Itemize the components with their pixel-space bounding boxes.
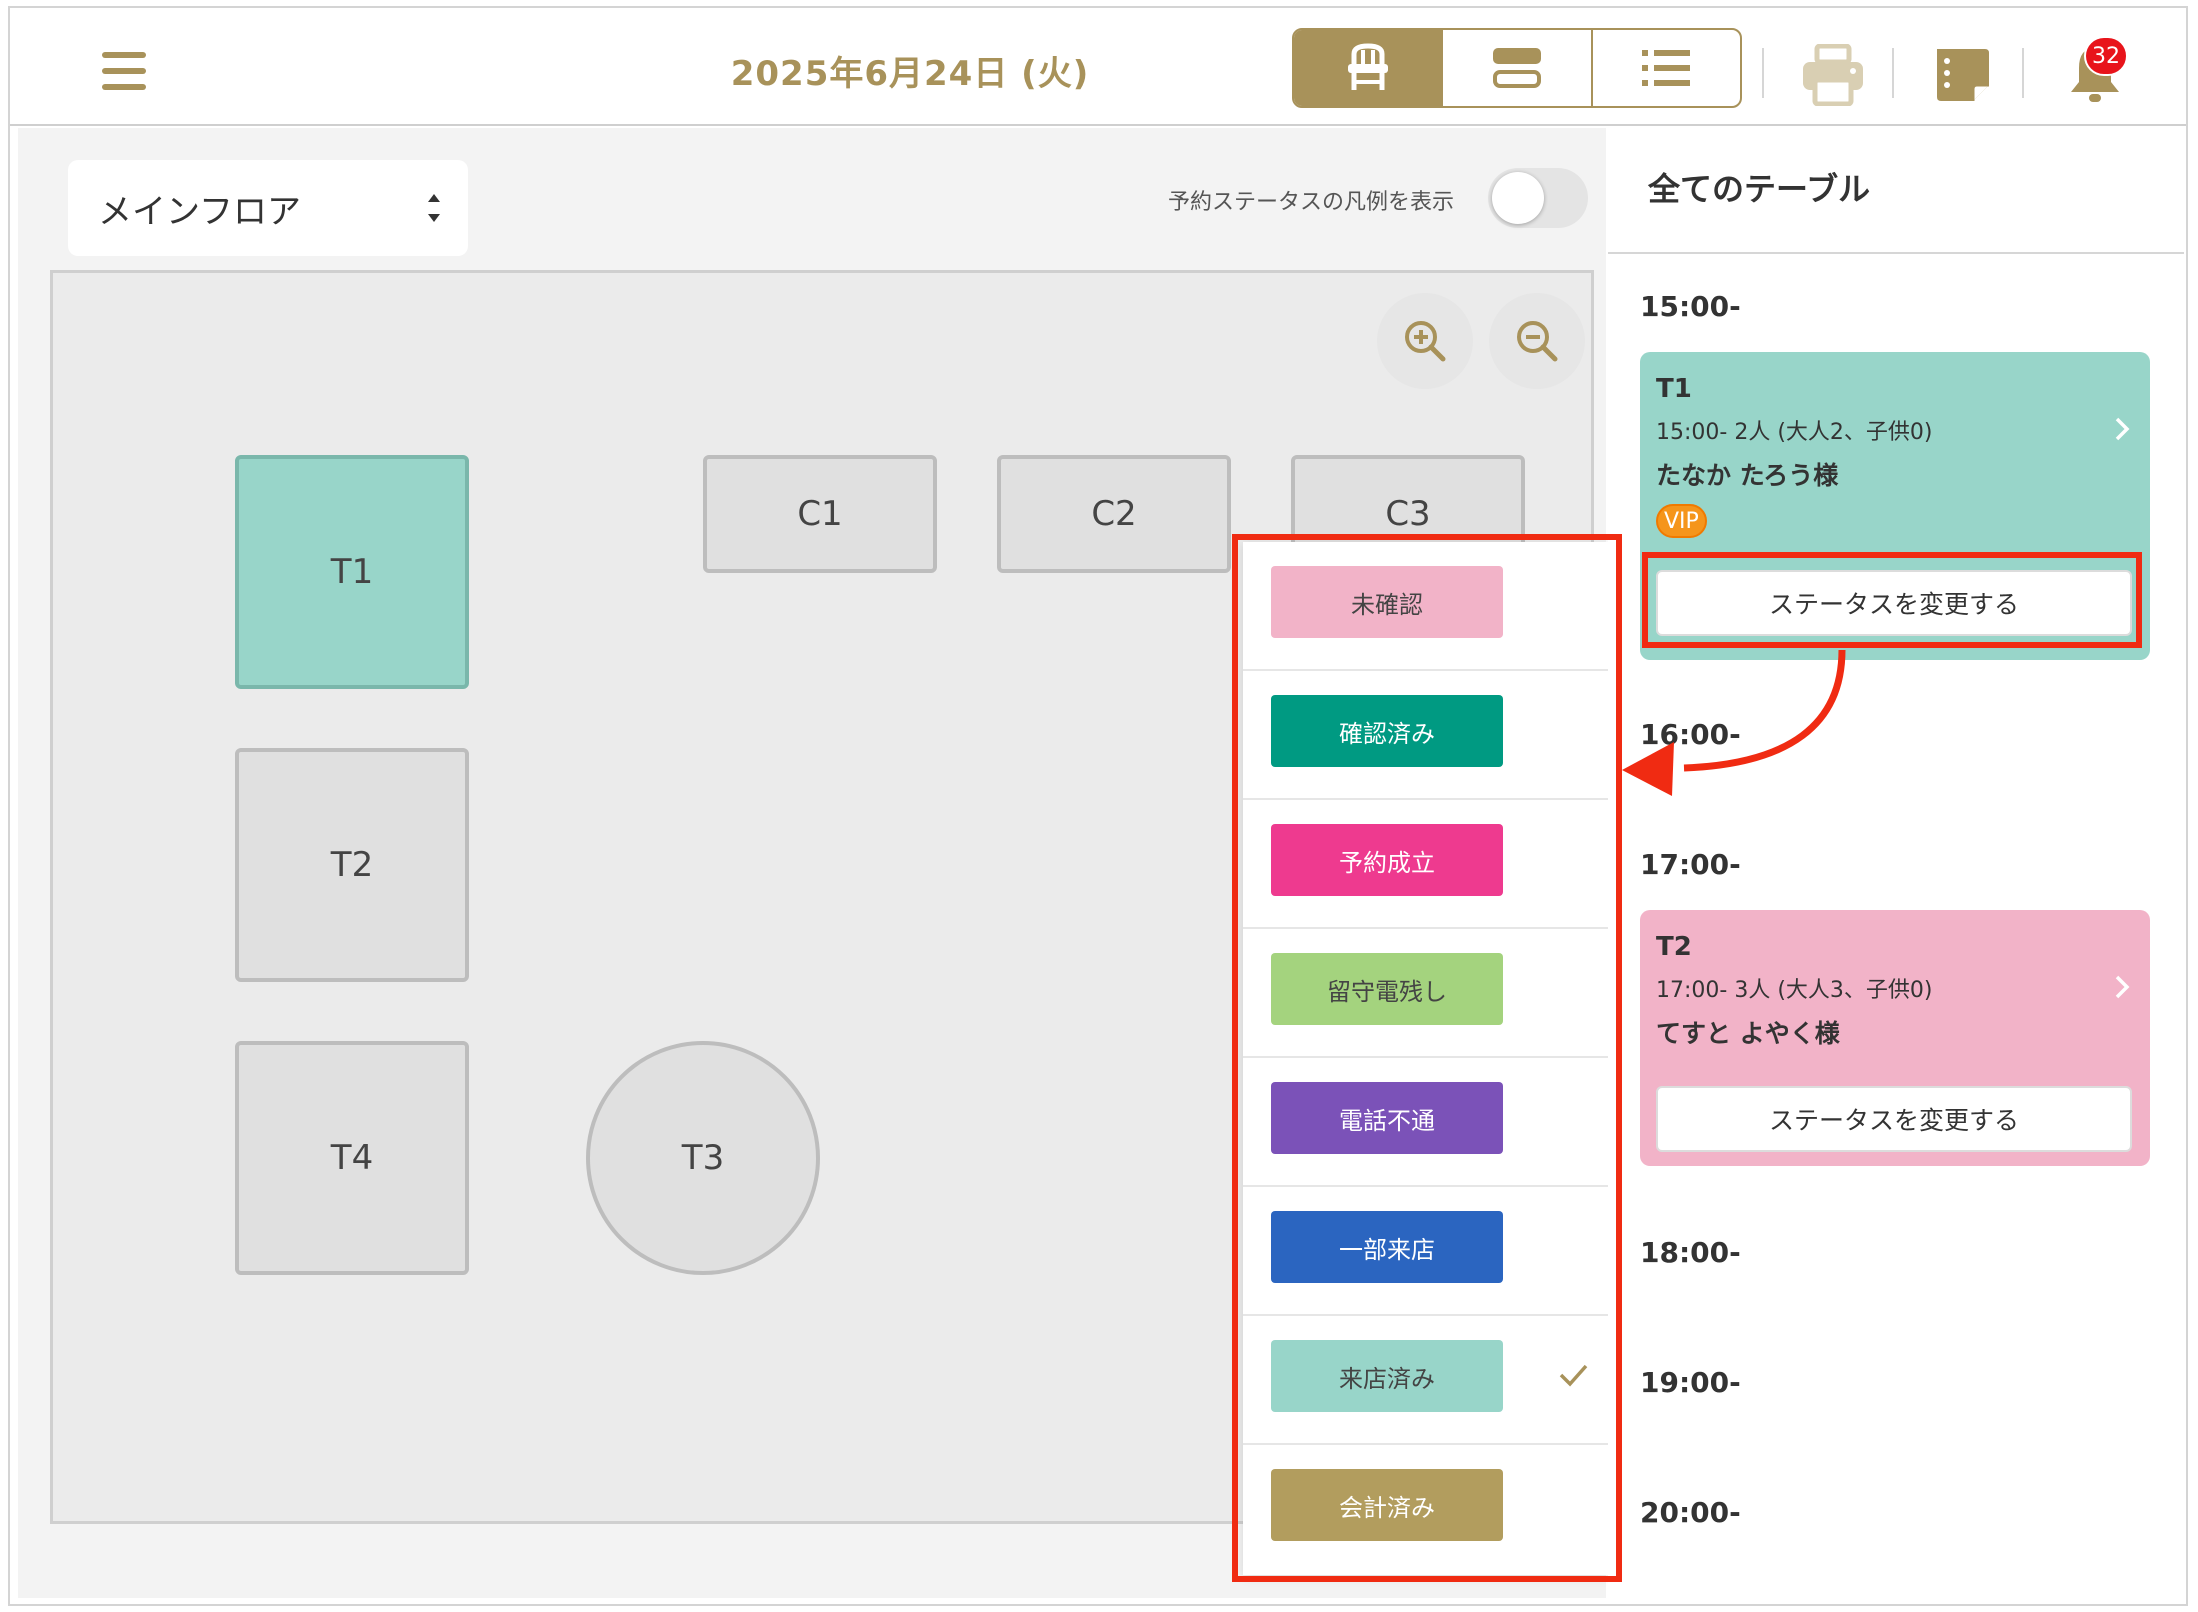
annotation-arrow — [1622, 649, 1846, 796]
